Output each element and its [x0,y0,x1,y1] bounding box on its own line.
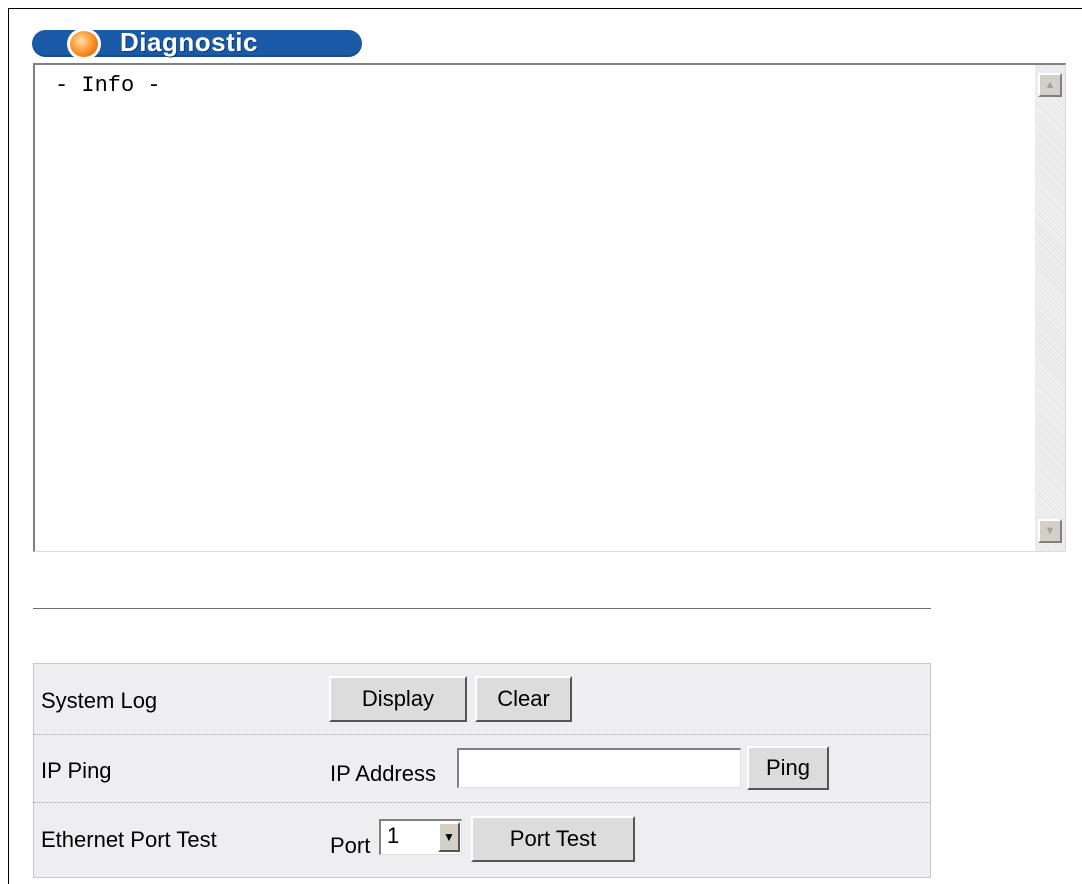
display-button[interactable]: Display [329,676,467,722]
divider [33,608,931,609]
port-test-button[interactable]: Port Test [471,816,635,862]
port-test-row: Ethernet Port Test Port 1 ▼ Port Test [34,802,930,878]
scroll-down-arrow-icon[interactable]: ▼ [1038,519,1062,543]
port-select-value: 1 [387,823,400,848]
ip-ping-row: IP Ping IP Address Ping [34,734,930,803]
system-log-row: System Log Display Clear [34,664,930,735]
ethernet-port-test-label: Ethernet Port Test [41,827,217,852]
ip-address-label: IP Address [330,761,436,786]
ping-button[interactable]: Ping [747,746,829,790]
info-text: - Info - [55,73,161,98]
port-select[interactable]: 1 ▼ [379,819,462,855]
orb-icon [67,28,101,60]
chevron-down-icon[interactable]: ▼ [438,822,460,852]
port-label: Port [330,833,371,858]
ip-address-input[interactable] [457,748,741,788]
system-log-label: System Log [41,688,158,713]
ip-ping-label: IP Ping [41,758,112,783]
clear-button[interactable]: Clear [475,676,572,722]
diagnostic-panel: System Log Display Clear IP Ping IP Addr… [33,663,931,878]
vertical-scrollbar[interactable]: ▲ ▼ [1035,65,1065,551]
info-textarea[interactable]: - Info - ▲ ▼ [33,63,1066,552]
scroll-up-arrow-icon[interactable]: ▲ [1038,73,1062,97]
page-title: Diagnostic [120,27,258,57]
